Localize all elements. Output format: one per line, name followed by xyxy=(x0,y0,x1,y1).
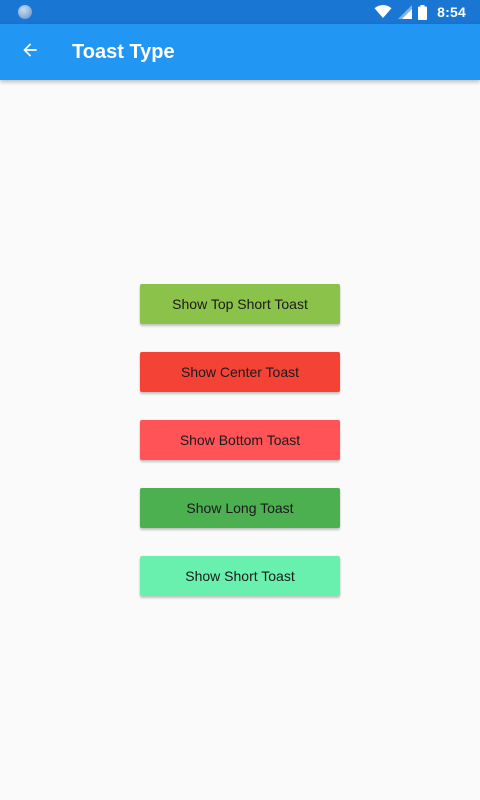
status-icons: 8:54 xyxy=(374,0,466,24)
show-center-toast-button[interactable]: Show Center Toast xyxy=(140,352,340,392)
status-time: 8:54 xyxy=(437,4,466,20)
show-top-short-toast-button[interactable]: Show Top Short Toast xyxy=(140,284,340,324)
signal-icon xyxy=(398,5,413,19)
notification-icon xyxy=(18,5,32,19)
wifi-icon xyxy=(374,5,392,19)
back-button[interactable] xyxy=(10,32,50,72)
status-bar: 8:54 xyxy=(0,0,480,24)
show-bottom-toast-button[interactable]: Show Bottom Toast xyxy=(140,420,340,460)
app-bar: Toast Type xyxy=(0,24,480,80)
battery-icon xyxy=(418,4,428,20)
show-short-toast-button[interactable]: Show Short Toast xyxy=(140,556,340,596)
main-content: Show Top Short Toast Show Center Toast S… xyxy=(0,80,480,800)
show-long-toast-button[interactable]: Show Long Toast xyxy=(140,488,340,528)
arrow-back-icon xyxy=(20,40,40,65)
page-title: Toast Type xyxy=(72,41,175,63)
